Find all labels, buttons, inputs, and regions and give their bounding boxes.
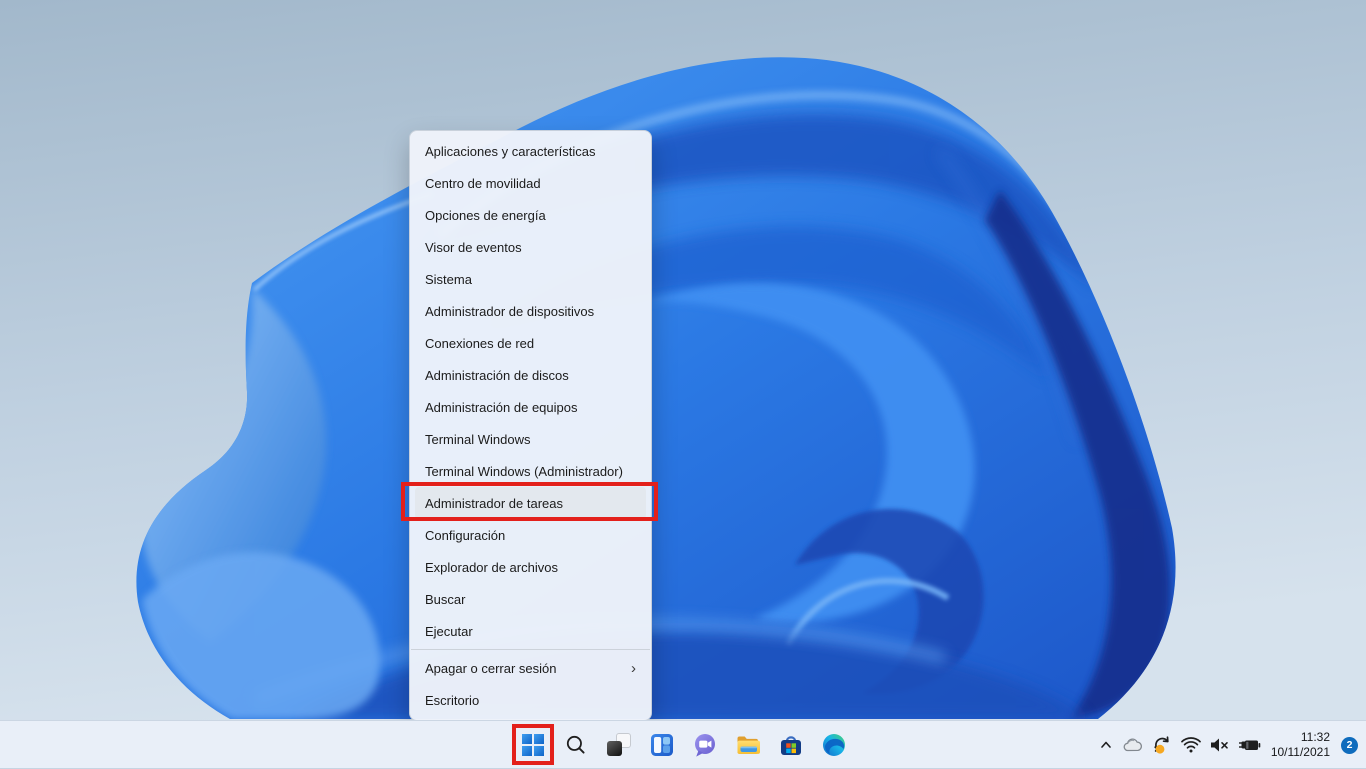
menu-item-search[interactable]: Buscar [415, 583, 646, 615]
menu-item-system[interactable]: Sistema [415, 263, 646, 295]
menu-item-shutdown-signout[interactable]: Apagar o cerrar sesión › [415, 652, 646, 684]
menu-item-label: Administrador de tareas [425, 495, 564, 511]
menu-item-windows-terminal-admin[interactable]: Terminal Windows (Administrador) [415, 455, 646, 487]
taskbar-clock[interactable]: 11:32 10/11/2021 [1271, 730, 1330, 760]
menu-item-settings[interactable]: Configuración [415, 519, 646, 551]
file-explorer-icon [737, 736, 760, 754]
taskbar-center-icons [515, 727, 852, 763]
windows-logo-icon [522, 734, 544, 756]
menu-item-network-connections[interactable]: Conexiones de red [415, 327, 646, 359]
wallpaper-bloom [0, 0, 1366, 720]
widgets-button[interactable] [644, 727, 680, 763]
menu-item-label: Visor de eventos [425, 239, 522, 255]
menu-item-run[interactable]: Ejecutar [415, 615, 646, 647]
chat-button[interactable] [687, 727, 723, 763]
menu-item-label: Aplicaciones y características [425, 143, 596, 159]
clock-time: 11:32 [1300, 730, 1330, 744]
task-view-icon [607, 733, 631, 757]
chevron-up-icon [1101, 741, 1111, 748]
menu-separator [411, 649, 650, 650]
update-pending-icon [1154, 736, 1169, 754]
menu-item-label: Administración de equipos [425, 399, 578, 415]
menu-item-disk-management[interactable]: Administración de discos [415, 359, 646, 391]
search-icon [566, 735, 585, 754]
onedrive-cloud-icon [1123, 738, 1142, 752]
menu-item-label: Configuración [425, 527, 506, 543]
start-button[interactable] [515, 727, 551, 763]
menu-item-label: Apagar o cerrar sesión [425, 660, 557, 676]
menu-item-mobility-center[interactable]: Centro de movilidad [415, 167, 646, 199]
onedrive-button[interactable] [1121, 729, 1145, 761]
menu-item-label: Ejecutar [425, 623, 473, 639]
microsoft-store-icon [781, 736, 801, 755]
widgets-icon [651, 734, 673, 756]
menu-item-desktop[interactable]: Escritorio [415, 684, 646, 716]
menu-item-label: Sistema [425, 271, 472, 287]
menu-item-label: Opciones de energía [425, 207, 546, 223]
update-pending-button[interactable] [1151, 729, 1174, 761]
wifi-button[interactable] [1180, 729, 1202, 761]
volume-muted-icon [1210, 738, 1228, 752]
microsoft-store-button[interactable] [773, 727, 809, 763]
menu-item-label: Buscar [425, 591, 466, 607]
menu-item-label: Centro de movilidad [425, 175, 541, 191]
taskbar: 11:32 10/11/2021 2 [0, 720, 1366, 768]
menu-item-label: Explorador de archivos [425, 559, 558, 575]
chevron-right-icon: › [631, 659, 636, 677]
menu-item-label: Terminal Windows (Administrador) [425, 463, 623, 479]
menu-item-apps-features[interactable]: Aplicaciones y características [415, 135, 646, 167]
notification-badge[interactable]: 2 [1341, 736, 1358, 754]
menu-item-label: Escritorio [425, 692, 480, 708]
menu-item-device-manager[interactable]: Administrador de dispositivos [415, 295, 646, 327]
edge-button[interactable] [816, 727, 852, 763]
wifi-icon [1180, 736, 1201, 752]
menu-item-label: Terminal Windows [425, 431, 531, 447]
task-manager-menu-item[interactable]: Administrador de tareas [415, 487, 646, 519]
winx-context-menu: Aplicaciones y características Centro de… [409, 130, 652, 721]
menu-item-label: Conexiones de red [425, 335, 535, 351]
menu-item-computer-management[interactable]: Administración de equipos [415, 391, 646, 423]
menu-item-power-options[interactable]: Opciones de energía [415, 199, 646, 231]
edge-icon [823, 734, 845, 756]
menu-item-file-explorer[interactable]: Explorador de archivos [415, 551, 646, 583]
menu-item-label: Administración de discos [425, 367, 569, 383]
chat-icon [695, 734, 715, 757]
battery-charging-button[interactable] [1237, 729, 1262, 761]
battery-charging-icon [1238, 740, 1261, 750]
search-button[interactable] [558, 727, 594, 763]
system-tray: 11:32 10/11/2021 2 [1097, 721, 1358, 769]
menu-item-windows-terminal[interactable]: Terminal Windows [415, 423, 646, 455]
volume-muted-button[interactable] [1208, 729, 1231, 761]
desktop: Aplicaciones y características Centro de… [0, 0, 1366, 768]
file-explorer-button[interactable] [730, 727, 766, 763]
clock-date: 10/11/2021 [1270, 745, 1330, 759]
menu-item-label: Administrador de dispositivos [425, 303, 595, 319]
hidden-icons-button[interactable] [1097, 729, 1115, 761]
task-view-button[interactable] [601, 727, 637, 763]
menu-item-event-viewer[interactable]: Visor de eventos [415, 231, 646, 263]
